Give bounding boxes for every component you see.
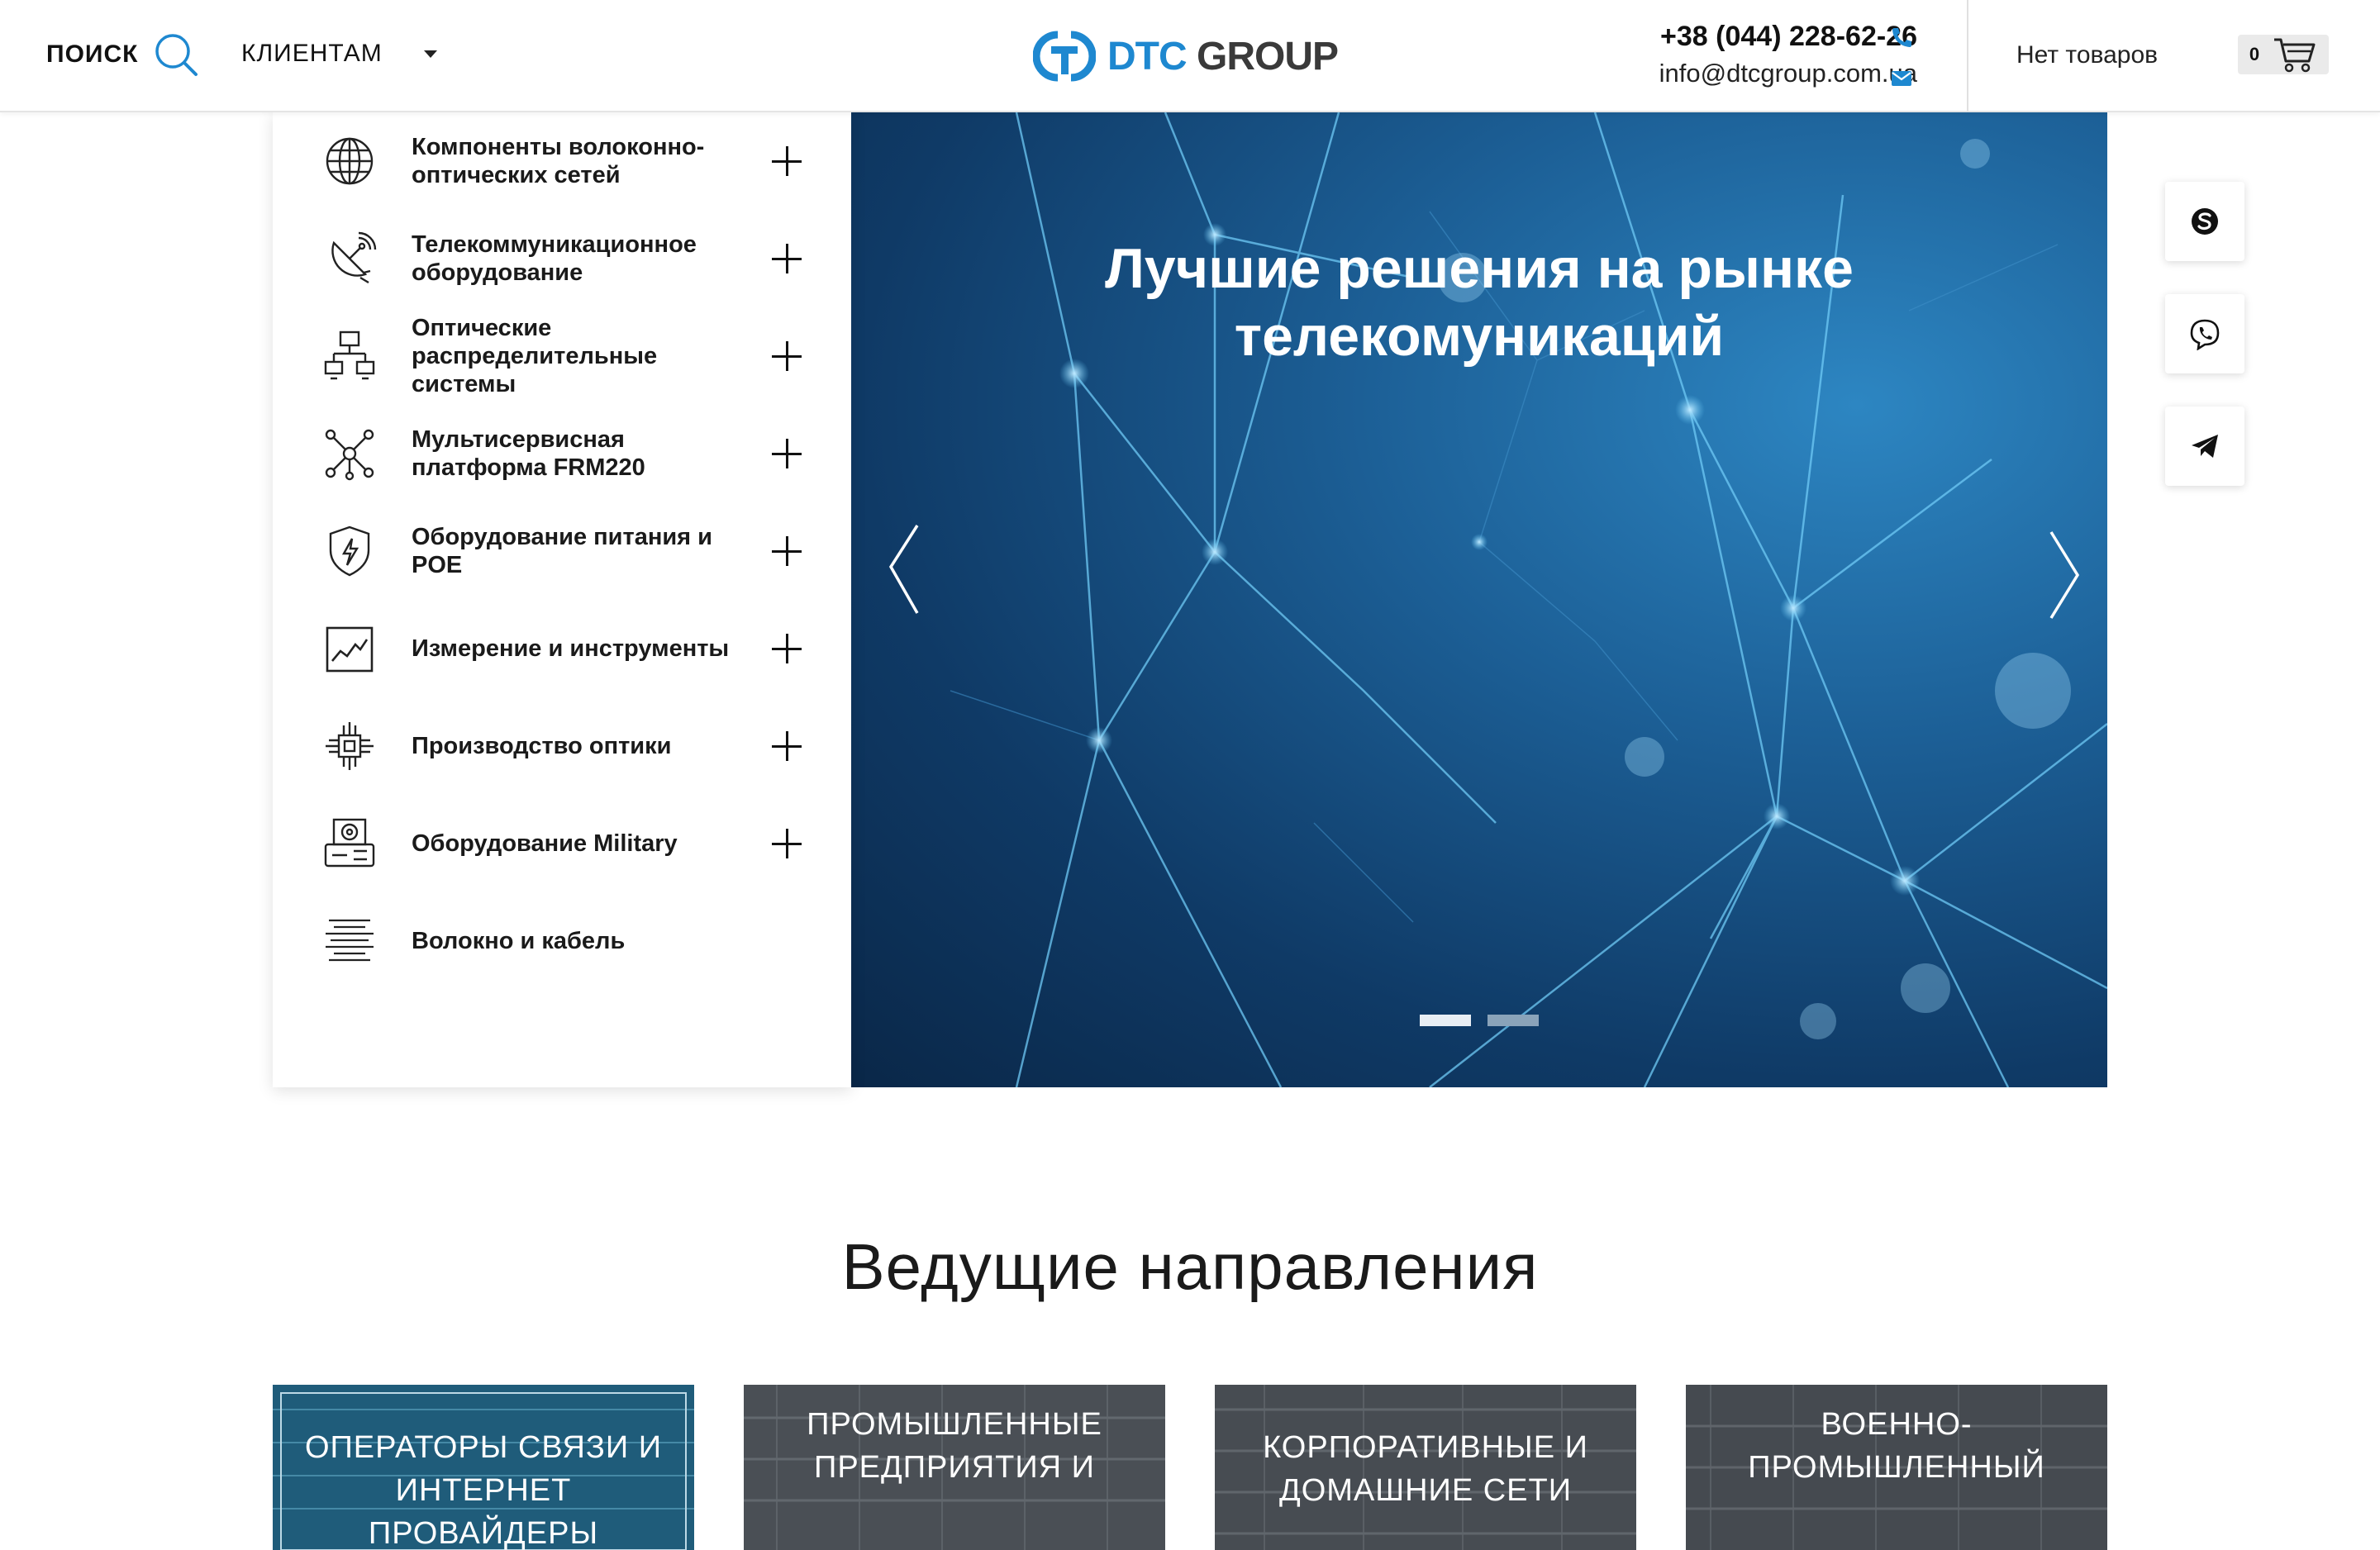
phone-icon: [1892, 28, 1911, 47]
telegram-button[interactable]: [2165, 407, 2244, 486]
search-icon: [155, 34, 198, 76]
category-label: Телекоммуникационное оборудование: [412, 231, 697, 286]
plus-icon[interactable]: [770, 437, 803, 470]
plus-icon[interactable]: [770, 827, 803, 860]
cart-status-text[interactable]: Нет товаров: [2016, 41, 2158, 69]
category-item-military[interactable]: Оборудование Military: [273, 795, 851, 892]
direction-card-military[interactable]: ВОЕННО- ПРОМЫШЛЕННЫЙ: [1686, 1385, 2107, 1550]
direction-card-line: ВОЕННО-: [1821, 1407, 1973, 1442]
direction-card-line: КОРПОРАТИВНЫЕ И: [1263, 1430, 1588, 1465]
chip-icon: [326, 722, 374, 770]
hero-title: Лучшие решения на рынке телекомуникаций: [851, 235, 2107, 370]
category-label: Производство оптики: [412, 733, 672, 759]
hero-slider: Лучшие решения на рынке телекомуникаций: [851, 112, 2107, 1087]
clients-menu[interactable]: КЛИЕНТАМ: [241, 40, 437, 68]
plus-icon[interactable]: [770, 145, 803, 178]
logo[interactable]: DTC GROUP: [1033, 30, 1339, 83]
direction-card-line: ПРОМЫШЛЕННЫЕ: [807, 1407, 1102, 1442]
search-label: ПОИСК: [46, 40, 139, 68]
skype-icon: [2192, 208, 2218, 235]
category-item-fiber-components[interactable]: Компоненты волоконно-оптических сетей: [273, 112, 851, 210]
cart-button[interactable]: 0: [2238, 35, 2329, 74]
logo-text: DTC GROUP: [1107, 34, 1339, 79]
globe-icon: [326, 137, 374, 185]
phone-link[interactable]: +38 (044) 228-62-26: [1554, 18, 1917, 55]
chevron-left-icon[interactable]: [881, 509, 931, 625]
contacts: +38 (044) 228-62-26 info@dtcgroup.com.ua: [1554, 18, 1917, 93]
category-label: Измерение и инструменты: [412, 635, 730, 662]
category-item-power-poe[interactable]: Оборудование питания и POE: [273, 502, 851, 600]
hub-nodes-icon: [325, 429, 374, 481]
chevron-down-icon: [423, 50, 437, 58]
shield-bolt-icon: [329, 525, 370, 577]
category-item-fiber-cable[interactable]: Волокно и кабель: [273, 892, 851, 990]
hero-title-line-2: телекомуникаций: [1234, 305, 1725, 368]
hero-title-line-1: Лучшие решения на рынке: [1105, 237, 1854, 300]
chart-line-icon: [326, 626, 374, 673]
category-item-frm220[interactable]: Мультисервисная платформа FRM220: [273, 405, 851, 502]
satellite-dish-icon: [331, 231, 377, 284]
logo-mark-icon: [1033, 31, 1096, 82]
clients-label: КЛИЕНТАМ: [241, 40, 383, 67]
category-label: Волокно и кабель: [412, 928, 626, 954]
plus-icon[interactable]: [770, 340, 803, 373]
category-label: Оборудование Military: [412, 830, 678, 857]
category-item-measurement[interactable]: Измерение и инструменты: [273, 600, 851, 697]
viber-button[interactable]: [2165, 294, 2244, 373]
slider-dot-1[interactable]: [1420, 1015, 1471, 1026]
direction-card-line: ИНТЕРНЕТ ПРОВАЙДЕРЫ: [368, 1473, 599, 1550]
direction-card-industrial[interactable]: ПРОМЫШЛЕННЫЕ ПРЕДПРИЯТИЯ И: [744, 1385, 1165, 1550]
email-link[interactable]: info@dtcgroup.com.ua: [1554, 55, 1917, 93]
header-divider: [1967, 0, 1968, 112]
category-item-optical-distribution[interactable]: Оптические распределительные системы: [273, 307, 851, 405]
plus-icon[interactable]: [770, 242, 803, 275]
skype-button[interactable]: [2165, 182, 2244, 261]
network-monitors-icon: [324, 330, 375, 380]
slider-dot-2[interactable]: [1488, 1015, 1539, 1026]
radio-device-icon: [324, 818, 375, 868]
category-item-optics-production[interactable]: Производство оптики: [273, 697, 851, 795]
cart-count-badge: 0: [2249, 44, 2260, 64]
logo-dtc: DTC: [1107, 34, 1188, 78]
cart-icon: [2274, 38, 2316, 73]
category-label: Оптические распределительные системы: [412, 315, 658, 397]
telegram-icon: [2192, 435, 2218, 458]
direction-card-operators[interactable]: ОПЕРАТОРЫ СВЯЗИ И ИНТЕРНЕТ ПРОВАЙДЕРЫ: [273, 1385, 694, 1550]
direction-card-label: КОРПОРАТИВНЫЕ И ДОМАШНИЕ СЕТИ: [1223, 1426, 1628, 1512]
section-title: Ведущие направления: [841, 1230, 1539, 1303]
plus-icon[interactable]: [770, 632, 803, 665]
site-header: ПОИСК КЛИЕНТАМ DTC GROUP +38 (044) 228-6…: [0, 0, 2380, 112]
viber-icon: [2190, 319, 2220, 350]
direction-card-corporate[interactable]: КОРПОРАТИВНЫЕ И ДОМАШНИЕ СЕТИ: [1215, 1385, 1636, 1550]
direction-card-label: ВОЕННО- ПРОМЫШЛЕННЫЙ: [1694, 1403, 2099, 1489]
plus-icon[interactable]: [770, 535, 803, 568]
category-label: Мультисервисная платформа FRM220: [412, 426, 645, 481]
direction-card-line: ОПЕРАТОРЫ СВЯЗИ И: [304, 1430, 663, 1465]
search-button[interactable]: ПОИСК: [46, 31, 199, 78]
mail-icon: [1892, 71, 1911, 86]
category-sidebar: Компоненты волоконно-оптических сетей Те…: [273, 112, 851, 1087]
category-label: Компоненты волоконно-оптических сетей: [412, 134, 705, 188]
slider-pagination: [1420, 1015, 1555, 1026]
direction-card-line: ДОМАШНИЕ СЕТИ: [1278, 1473, 1573, 1508]
direction-card-label: ПРОМЫШЛЕННЫЕ ПРЕДПРИЯТИЯ И: [752, 1403, 1157, 1489]
direction-card-line: ПРОМЫШЛЕННЫЙ: [1748, 1450, 2045, 1485]
chevron-right-icon[interactable]: [2038, 509, 2087, 625]
plus-icon[interactable]: [770, 730, 803, 763]
direction-card-line: ПРЕДПРИЯТИЯ И: [814, 1450, 1095, 1485]
cable-lines-icon: [326, 919, 374, 962]
category-item-telecom-equipment[interactable]: Телекоммуникационное оборудование: [273, 210, 851, 307]
category-label: Оборудование питания и POE: [412, 524, 712, 578]
direction-card-label: ОПЕРАТОРЫ СВЯЗИ И ИНТЕРНЕТ ПРОВАЙДЕРЫ: [281, 1426, 686, 1550]
logo-group: GROUP: [1197, 34, 1339, 78]
